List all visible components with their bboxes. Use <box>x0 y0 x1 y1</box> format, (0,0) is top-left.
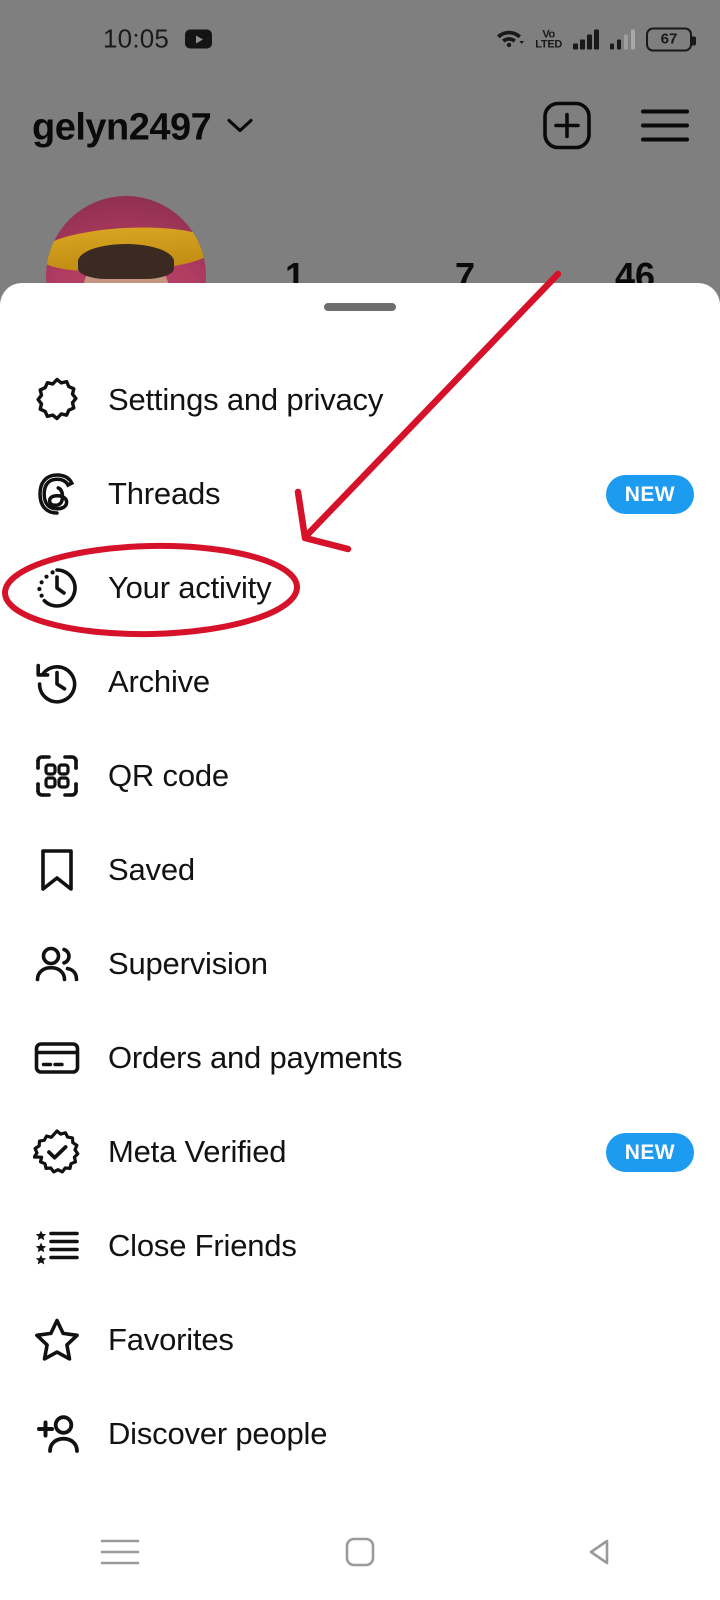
menu-item-archive[interactable]: Archive <box>0 635 720 729</box>
menu-item-meta-verified[interactable]: Meta Verified NEW <box>0 1105 720 1199</box>
home-square-icon[interactable] <box>300 1517 420 1587</box>
verified-badge-icon <box>30 1125 84 1179</box>
star-icon <box>30 1313 84 1367</box>
menu-item-close-friends[interactable]: Close Friends <box>0 1199 720 1293</box>
status-bar-left: 10:05 <box>103 23 213 55</box>
credit-card-icon <box>30 1031 84 1085</box>
hamburger-menu-icon[interactable] <box>640 107 690 150</box>
menu-list: Settings and privacy Threads NEW Your ac… <box>0 353 720 1481</box>
header-icons <box>542 101 690 156</box>
drag-handle[interactable] <box>324 303 396 311</box>
menu-item-label: Favorites <box>108 1322 234 1357</box>
star-list-icon <box>30 1219 84 1273</box>
battery-icon: 67 <box>646 27 696 51</box>
menu-item-saved[interactable]: Saved <box>0 823 720 917</box>
archive-clock-icon <box>30 655 84 709</box>
menu-item-label: Meta Verified <box>108 1134 287 1169</box>
back-triangle-icon[interactable] <box>540 1517 660 1587</box>
menu-item-favorites[interactable]: Favorites <box>0 1293 720 1387</box>
menu-item-qr-code[interactable]: QR code <box>0 729 720 823</box>
menu-item-label: QR code <box>108 758 229 793</box>
youtube-icon <box>185 29 213 49</box>
account-switcher[interactable]: gelyn2497 <box>32 107 253 150</box>
menu-item-label: Orders and payments <box>108 1040 403 1075</box>
people-icon <box>30 937 84 991</box>
plus-square-icon[interactable] <box>542 101 592 156</box>
volte-indicator-icon: Vo LTED <box>535 28 562 50</box>
wifi-icon <box>494 25 525 54</box>
gear-icon <box>30 373 84 427</box>
profile-header: gelyn2497 <box>0 88 720 168</box>
status-bar: 10:05 Vo LTED 67 <box>0 0 720 78</box>
menu-item-settings-and-privacy[interactable]: Settings and privacy <box>0 353 720 447</box>
menu-item-threads[interactable]: Threads NEW <box>0 447 720 541</box>
page-title: gelyn2497 <box>32 106 212 149</box>
menu-item-label: Saved <box>108 852 195 887</box>
menu-item-label: Supervision <box>108 946 268 981</box>
status-bar-clock: 10:05 <box>103 23 170 54</box>
activity-clock-icon <box>30 561 84 615</box>
menu-item-label: Discover people <box>108 1416 328 1451</box>
menu-item-label: Threads <box>108 476 221 511</box>
menu-item-orders-and-payments[interactable]: Orders and payments <box>0 1011 720 1105</box>
status-bar-right: Vo LTED 67 <box>494 25 696 54</box>
menu-item-discover-people[interactable]: Discover people <box>0 1387 720 1481</box>
status-badge: NEW <box>605 474 694 514</box>
menu-item-label: Close Friends <box>108 1228 297 1263</box>
menu-item-label: Settings and privacy <box>108 382 384 417</box>
person-add-icon <box>30 1407 84 1461</box>
menu-item-supervision[interactable]: Supervision <box>0 917 720 1011</box>
android-navigation-bar <box>0 1504 720 1600</box>
menu-item-your-activity[interactable]: Your activity <box>0 541 720 635</box>
account-menu-bottom-sheet: Settings and privacy Threads NEW Your ac… <box>0 283 720 1600</box>
qr-code-icon <box>30 749 84 803</box>
menu-item-label: Your activity <box>108 570 272 605</box>
recents-icon[interactable] <box>60 1517 180 1587</box>
menu-item-label: Archive <box>108 664 210 699</box>
status-badge: NEW <box>605 1132 694 1172</box>
chevron-down-icon <box>227 118 253 139</box>
signal-bars-secondary-icon <box>609 29 635 50</box>
battery-level-text: 67 <box>660 30 678 48</box>
bookmark-icon <box>30 843 84 897</box>
signal-bars-icon <box>573 29 599 50</box>
threads-icon <box>30 467 84 521</box>
